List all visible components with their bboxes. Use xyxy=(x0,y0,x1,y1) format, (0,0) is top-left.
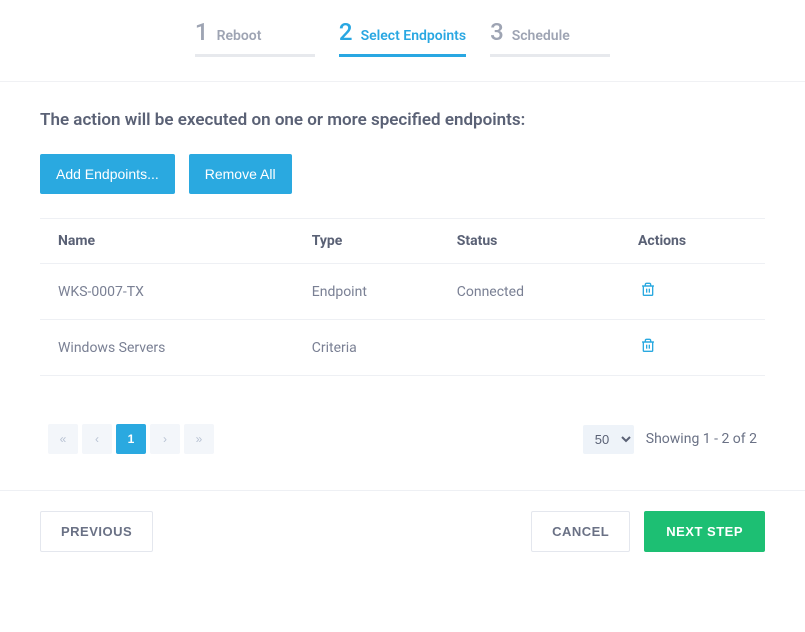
cell-status xyxy=(439,320,620,376)
wizard-footer: PREVIOUS CANCEL NEXT STEP xyxy=(0,491,805,552)
pager-prev-button[interactable]: ‹ xyxy=(82,424,112,454)
next-step-button[interactable]: NEXT STEP xyxy=(644,511,765,552)
step-label: Schedule xyxy=(512,28,570,44)
wizard-steps: 1 Reboot 2 Select Endpoints 3 Schedule xyxy=(0,0,805,57)
pager-last-button[interactable]: » xyxy=(184,424,214,454)
cell-actions xyxy=(620,264,765,320)
trash-icon xyxy=(640,286,656,301)
step-number: 1 xyxy=(195,18,209,46)
step-number: 2 xyxy=(339,18,353,46)
delete-row-button[interactable] xyxy=(638,336,658,359)
cell-actions xyxy=(620,320,765,376)
column-header-actions: Actions xyxy=(620,219,765,264)
chevron-double-left-icon: « xyxy=(60,432,67,446)
step-number: 3 xyxy=(490,18,504,46)
step-select-endpoints[interactable]: 2 Select Endpoints xyxy=(339,18,466,57)
pager-page-1-button[interactable]: 1 xyxy=(116,424,146,454)
delete-row-button[interactable] xyxy=(638,280,658,303)
column-header-status: Status xyxy=(439,219,620,264)
chevron-left-icon: ‹ xyxy=(95,432,99,446)
instruction-text: The action will be executed on one or mo… xyxy=(40,110,765,130)
pagination-row: « ‹ 1 › » 50 Showing 1 - 2 of 2 xyxy=(40,424,765,454)
step-label: Reboot xyxy=(217,28,262,44)
content-area: The action will be executed on one or mo… xyxy=(0,82,805,454)
cell-name: WKS-0007-TX xyxy=(40,264,294,320)
cancel-button[interactable]: CANCEL xyxy=(531,511,630,552)
showing-text: Showing 1 - 2 of 2 xyxy=(646,431,757,447)
chevron-double-right-icon: » xyxy=(196,432,203,446)
endpoints-table: Name Type Status Actions WKS-0007-TX End… xyxy=(40,218,765,376)
step-label: Select Endpoints xyxy=(361,28,467,44)
pager: « ‹ 1 › » xyxy=(48,424,214,454)
cell-status: Connected xyxy=(439,264,620,320)
column-header-type: Type xyxy=(294,219,439,264)
add-endpoints-button[interactable]: Add Endpoints... xyxy=(40,154,175,194)
column-header-name: Name xyxy=(40,219,294,264)
trash-icon xyxy=(640,342,656,357)
pager-next-button[interactable]: › xyxy=(150,424,180,454)
action-buttons: Add Endpoints... Remove All xyxy=(40,154,765,194)
table-row: WKS-0007-TX Endpoint Connected xyxy=(40,264,765,320)
cell-name: Windows Servers xyxy=(40,320,294,376)
page-size-select[interactable]: 50 xyxy=(583,425,634,454)
step-schedule[interactable]: 3 Schedule xyxy=(490,18,610,57)
pager-right: 50 Showing 1 - 2 of 2 xyxy=(583,425,757,454)
chevron-right-icon: › xyxy=(163,432,167,446)
remove-all-button[interactable]: Remove All xyxy=(189,154,292,194)
step-reboot[interactable]: 1 Reboot xyxy=(195,18,315,57)
table-row: Windows Servers Criteria xyxy=(40,320,765,376)
cell-type: Endpoint xyxy=(294,264,439,320)
previous-button[interactable]: PREVIOUS xyxy=(40,511,153,552)
pager-first-button[interactable]: « xyxy=(48,424,78,454)
cell-type: Criteria xyxy=(294,320,439,376)
